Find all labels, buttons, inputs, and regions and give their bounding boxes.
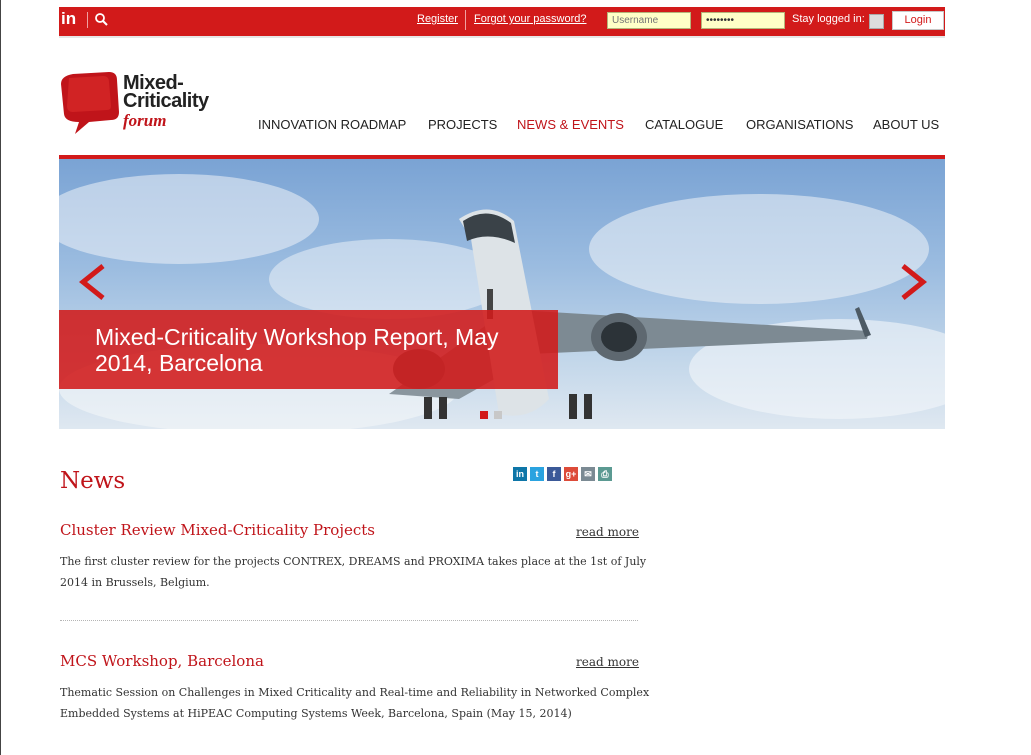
- news-item-body: The first cluster review for the project…: [60, 555, 647, 589]
- slide-dot-active[interactable]: [480, 411, 488, 419]
- read-more-link[interactable]: read more: [576, 655, 639, 669]
- facebook-icon[interactable]: f: [547, 467, 561, 481]
- slide-caption[interactable]: Mixed-Criticality Workshop Report, May 2…: [59, 310, 558, 389]
- nav-about-us[interactable]: ABOUT US: [873, 117, 939, 132]
- news-item-title[interactable]: MCS Workshop, Barcelona: [60, 652, 264, 670]
- nav-news-events[interactable]: NEWS & EVENTS: [517, 117, 624, 132]
- username-input[interactable]: [607, 12, 691, 29]
- news-item-body: Thematic Session on Challenges in Mixed …: [60, 686, 650, 720]
- stay-logged-in-label: Stay logged in:: [792, 13, 865, 25]
- logo-text-line2: Criticality: [123, 90, 209, 112]
- next-slide-chevron-icon[interactable]: [895, 262, 935, 302]
- news-item-title[interactable]: Cluster Review Mixed-Criticality Project…: [60, 521, 375, 539]
- linkedin-icon[interactable]: in: [61, 9, 76, 29]
- logo-text-line3: forum: [123, 111, 167, 130]
- linkedin-icon[interactable]: in: [513, 467, 527, 481]
- email-icon[interactable]: ✉: [581, 467, 595, 481]
- print-icon[interactable]: ⎙: [598, 467, 612, 481]
- googleplus-icon[interactable]: g+: [564, 467, 578, 481]
- login-button[interactable]: Login: [892, 11, 944, 30]
- site-logo[interactable]: Mixed- Criticality forum: [59, 70, 239, 140]
- twitter-icon[interactable]: t: [530, 467, 544, 481]
- forgot-password-link[interactable]: Forgot your password?: [474, 13, 587, 25]
- register-link[interactable]: Register: [417, 13, 458, 25]
- top-bar-separator: [87, 12, 88, 28]
- top-bar-separator: [465, 10, 466, 30]
- nav-catalogue[interactable]: CATALOGUE: [645, 117, 723, 132]
- previous-slide-chevron-icon[interactable]: [75, 262, 115, 302]
- window-left-border: [0, 0, 1, 755]
- read-more-link[interactable]: read more: [576, 525, 639, 539]
- news-heading: News: [60, 468, 126, 494]
- top-bar-divider: [59, 36, 945, 38]
- slide-dot[interactable]: [494, 411, 502, 419]
- search-icon[interactable]: [94, 12, 108, 26]
- nav-organisations[interactable]: ORGANISATIONS: [746, 117, 853, 132]
- slide-caption-text[interactable]: Mixed-Criticality Workshop Report, May 2…: [95, 324, 545, 376]
- stay-logged-in-checkbox[interactable]: [869, 14, 884, 29]
- nav-projects[interactable]: PROJECTS: [428, 117, 497, 132]
- speech-bubble-logo-icon: [61, 72, 119, 134]
- password-input[interactable]: [701, 12, 785, 29]
- news-divider: [60, 620, 638, 621]
- nav-innovation-roadmap[interactable]: INNOVATION ROADMAP: [258, 117, 406, 132]
